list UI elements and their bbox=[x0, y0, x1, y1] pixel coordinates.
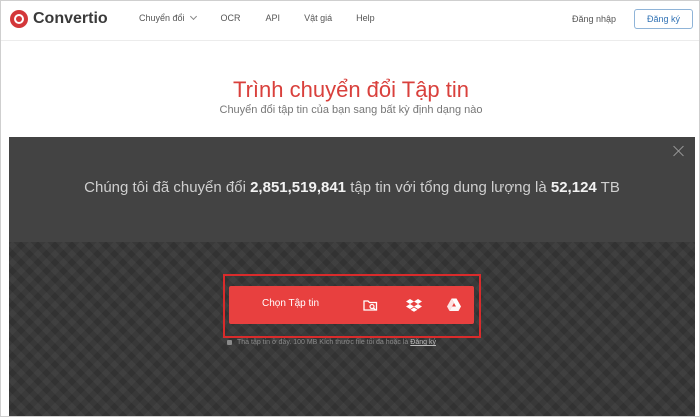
signup-link[interactable]: Đăng ký bbox=[410, 339, 436, 346]
nav-ocr-label: OCR bbox=[220, 13, 241, 23]
convertio-logo-icon bbox=[10, 10, 28, 28]
page-subtitle: Chuyển đổi tập tin của bạn sang bất kỳ đ… bbox=[219, 104, 483, 116]
upload-note: Thả tập tin ở đây. 100 MB Kích thước fil… bbox=[227, 339, 436, 346]
folder-search-icon[interactable] bbox=[362, 296, 380, 314]
nav-help-label: Help bbox=[356, 13, 375, 23]
nav-help[interactable]: Help bbox=[356, 13, 375, 23]
google-drive-icon[interactable] bbox=[445, 296, 463, 314]
files-count: 2,851,519,841 bbox=[250, 179, 347, 196]
signup-button[interactable]: Đăng ký bbox=[634, 9, 693, 29]
nav-api[interactable]: API bbox=[266, 13, 281, 23]
choose-file-button[interactable]: Chọn Tập tin bbox=[229, 286, 474, 324]
total-size: 52,124 bbox=[550, 179, 597, 196]
nav-api-label: API bbox=[265, 13, 281, 23]
upload-panel: Chúng tôi đã chuyển đổi 2,851,519,841 tậ… bbox=[9, 137, 695, 416]
stats-middle: tập tin với tổng dung lượng là bbox=[346, 179, 551, 196]
nav-pricing[interactable]: Vật giá bbox=[304, 13, 332, 23]
size-unit: TB bbox=[596, 179, 620, 196]
close-icon[interactable] bbox=[673, 145, 685, 157]
page-title: Trình chuyển đổi Tập tin bbox=[232, 77, 470, 102]
choose-file-label: Chọn Tập tin bbox=[262, 298, 320, 309]
nav-ocr[interactable]: OCR bbox=[221, 13, 241, 23]
stats-prefix: Chúng tôi đã chuyển đổi bbox=[84, 179, 251, 196]
main-nav: Chuyển đổi OCR API Vật giá Help bbox=[139, 12, 375, 23]
nav-pricing-label: Vật giá bbox=[304, 13, 333, 23]
chevron-down-icon bbox=[189, 12, 197, 21]
top-navbar: Convertio Chuyển đổi OCR API Vật giá Hel… bbox=[1, 1, 699, 41]
nav-convert[interactable]: Chuyển đổi bbox=[139, 12, 197, 23]
upload-note-text: Thả tập tin ở đây. 100 MB Kích thước fil… bbox=[237, 339, 411, 346]
page: Convertio Chuyển đổi OCR API Vật giá Hel… bbox=[0, 0, 700, 417]
conversion-stats: Chúng tôi đã chuyển đổi 2,851,519,841 tậ… bbox=[9, 179, 695, 196]
dropbox-icon[interactable] bbox=[405, 296, 423, 314]
nav-convert-label: Chuyển đổi bbox=[139, 13, 185, 23]
brand-logo[interactable]: Convertio bbox=[10, 10, 108, 28]
lock-icon bbox=[227, 339, 232, 345]
brand-name: Convertio bbox=[33, 10, 108, 27]
login-link[interactable]: Đăng nhập bbox=[572, 14, 616, 24]
